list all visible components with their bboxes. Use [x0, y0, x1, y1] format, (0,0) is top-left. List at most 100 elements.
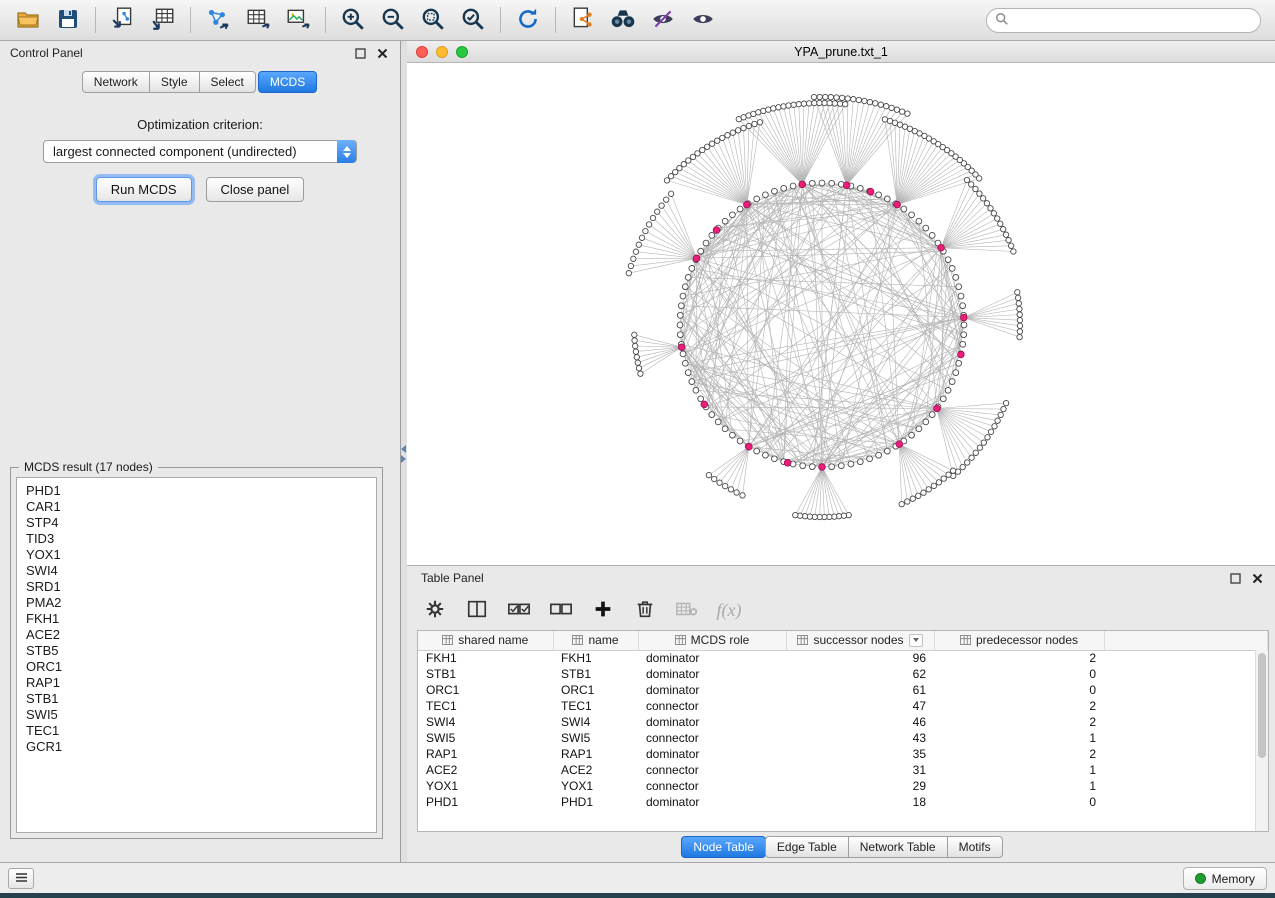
network-node[interactable]	[799, 181, 806, 188]
network-node[interactable]	[961, 314, 968, 321]
network-node[interactable]	[633, 249, 638, 254]
close-panel-icon[interactable]	[374, 45, 390, 61]
hide-details-button[interactable]	[643, 3, 683, 37]
column-header-name[interactable]: name	[553, 631, 638, 650]
network-node[interactable]	[829, 180, 835, 186]
table-cell[interactable]: 96	[786, 650, 934, 666]
table-cell[interactable]: RAP1	[418, 746, 553, 762]
network-node[interactable]	[712, 476, 717, 481]
network-node[interactable]	[766, 107, 771, 112]
network-node[interactable]	[901, 206, 907, 212]
network-node[interactable]	[945, 257, 951, 263]
table-row[interactable]: ACE2ACE2connector311	[418, 762, 1268, 778]
network-node[interactable]	[690, 154, 695, 159]
network-node[interactable]	[741, 125, 746, 130]
network-node[interactable]	[916, 218, 922, 224]
network-node[interactable]	[843, 182, 850, 189]
network-node[interactable]	[961, 332, 967, 338]
network-node[interactable]	[784, 460, 791, 467]
network-node[interactable]	[969, 182, 974, 187]
network-node[interactable]	[934, 405, 941, 412]
network-node[interactable]	[953, 275, 959, 281]
network-node[interactable]	[698, 248, 704, 254]
network-node[interactable]	[715, 419, 721, 425]
network-node[interactable]	[720, 135, 725, 140]
mcds-result-item[interactable]: RAP1	[26, 675, 376, 691]
network-node[interactable]	[973, 186, 978, 191]
network-node[interactable]	[862, 98, 867, 103]
network-node[interactable]	[867, 456, 873, 462]
network-node[interactable]	[682, 360, 688, 366]
network-node[interactable]	[817, 100, 822, 105]
network-node[interactable]	[946, 472, 951, 477]
network-graph[interactable]	[407, 63, 1275, 565]
network-node[interactable]	[659, 203, 664, 208]
network-node[interactable]	[725, 133, 730, 138]
network-node[interactable]	[1017, 329, 1022, 334]
network-node[interactable]	[632, 338, 637, 343]
network-node[interactable]	[884, 196, 890, 202]
window-maximize-icon[interactable]	[456, 46, 468, 58]
table-cell[interactable]: connector	[638, 698, 786, 714]
table-cell[interactable]: 2	[934, 698, 1104, 714]
open-file-button[interactable]	[8, 3, 48, 37]
network-node[interactable]	[973, 450, 978, 455]
network-node[interactable]	[900, 109, 905, 114]
network-node[interactable]	[1017, 312, 1022, 317]
save-button[interactable]	[48, 3, 88, 37]
network-node[interactable]	[1017, 318, 1022, 323]
mcds-result-item[interactable]: SRD1	[26, 579, 376, 595]
table-cell[interactable]: 29	[786, 778, 934, 794]
select-all-button[interactable]	[505, 596, 533, 624]
table-cell[interactable]: 62	[786, 666, 934, 682]
network-node[interactable]	[705, 144, 710, 149]
network-node[interactable]	[923, 225, 929, 231]
show-columns-button[interactable]	[463, 596, 491, 624]
tab-motifs[interactable]: Motifs	[947, 836, 1003, 858]
network-node[interactable]	[894, 201, 901, 208]
network-node[interactable]	[631, 256, 636, 261]
network-node[interactable]	[809, 180, 815, 186]
table-cell[interactable]: 31	[786, 762, 934, 778]
network-node[interactable]	[960, 464, 965, 469]
network-node[interactable]	[646, 222, 651, 227]
memory-button[interactable]: Memory	[1183, 867, 1267, 890]
network-node[interactable]	[873, 101, 878, 106]
table-cell[interactable]: 2	[934, 746, 1104, 762]
network-node[interactable]	[772, 188, 778, 194]
network-node[interactable]	[981, 440, 986, 445]
network-node[interactable]	[938, 244, 945, 251]
mcds-result-item[interactable]: SWI4	[26, 563, 376, 579]
network-node[interactable]	[851, 97, 856, 102]
table-cell[interactable]: dominator	[638, 794, 786, 810]
network-node[interactable]	[677, 322, 683, 328]
network-node[interactable]	[894, 107, 899, 112]
table-cell[interactable]: STB1	[418, 666, 553, 682]
tab-style[interactable]: Style	[149, 71, 200, 93]
tab-network-table[interactable]: Network Table	[848, 836, 948, 858]
mcds-result-item[interactable]: ACE2	[26, 627, 376, 643]
import-network-button[interactable]	[103, 3, 143, 37]
network-node[interactable]	[819, 180, 825, 186]
mcds-result-item[interactable]: CAR1	[26, 499, 376, 515]
column-header-mcds-role[interactable]: MCDS role	[638, 631, 786, 650]
table-cell[interactable]: 0	[934, 794, 1104, 810]
table-cell[interactable]: TEC1	[418, 698, 553, 714]
network-node[interactable]	[677, 332, 683, 338]
network-node[interactable]	[921, 490, 926, 495]
network-node[interactable]	[723, 483, 728, 488]
network-node[interactable]	[772, 456, 778, 462]
table-settings-button[interactable]	[421, 596, 449, 624]
table-cell[interactable]: dominator	[638, 666, 786, 682]
network-node[interactable]	[998, 412, 1003, 417]
network-node[interactable]	[771, 106, 776, 111]
network-node[interactable]	[754, 196, 760, 202]
network-node[interactable]	[956, 360, 962, 366]
network-node[interactable]	[1003, 232, 1008, 237]
tab-node-table[interactable]: Node Table	[681, 836, 766, 858]
table-cell[interactable]: FKH1	[553, 650, 638, 666]
optimization-criterion-select[interactable]: largest connected component (undirected)	[43, 140, 357, 163]
table-cell[interactable]: 0	[934, 666, 1104, 682]
refresh-button[interactable]	[508, 3, 548, 37]
table-row[interactable]: YOX1YOX1connector291	[418, 778, 1268, 794]
